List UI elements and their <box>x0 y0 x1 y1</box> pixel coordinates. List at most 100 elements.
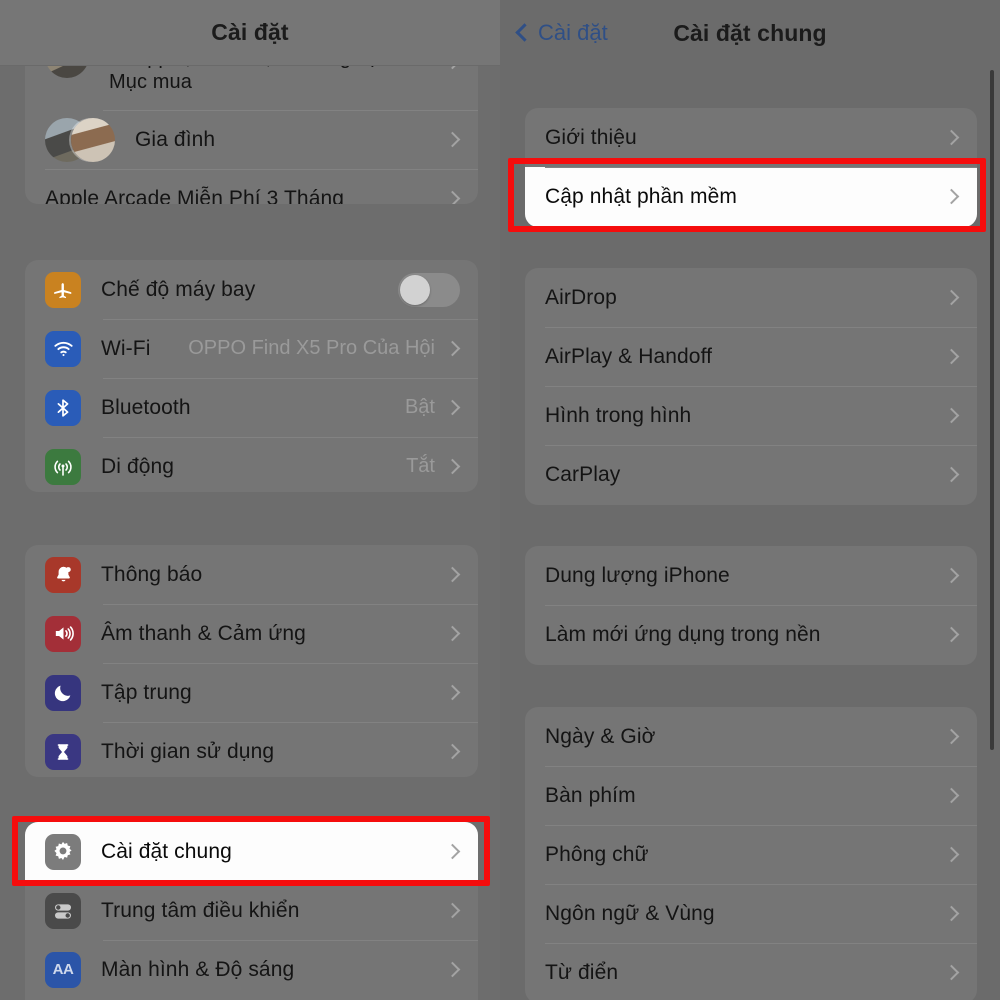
notifications-section: Thông báo Âm thanh & Cảm ứng Tập trung T… <box>25 545 478 777</box>
row-label: Ngày & Giờ <box>545 724 656 748</box>
row-bluetooth[interactable]: Bluetooth Bật <box>25 378 478 437</box>
chevron-right-icon <box>943 567 960 584</box>
row-control-center[interactable]: Trung tâm điều khiển <box>25 881 478 940</box>
chevron-right-icon <box>444 684 461 701</box>
row-about[interactable]: Giới thiệu <box>525 108 977 167</box>
account-section: ID Apple, iCloud+, Phương tiện & Mục mua… <box>25 44 478 204</box>
page-title: Cài đặt <box>211 19 289 45</box>
chevron-right-icon <box>444 566 461 583</box>
chevron-right-icon <box>943 846 960 863</box>
chevron-right-icon <box>444 340 461 357</box>
about-section: Giới thiệu Cập nhật phần mềm <box>525 108 977 227</box>
connectivity-section: Chế độ máy bay Wi-Fi OPPO Find X5 Pro Củ… <box>25 260 478 492</box>
page-title: Cài đặt chung <box>673 19 827 46</box>
family-avatar-person-2 <box>71 117 115 162</box>
row-label: Cập nhật phần mềm <box>545 184 737 208</box>
chevron-right-icon <box>943 289 960 306</box>
row-label: Chế độ máy bay <box>101 277 256 301</box>
sharing-section: AirDrop AirPlay & Handoff Hình trong hìn… <box>525 268 977 505</box>
airplane-mode-toggle[interactable] <box>398 272 460 307</box>
general-settings-panel: Giới thiệu Cập nhật phần mềm AirDrop Air… <box>500 0 1000 1000</box>
row-apple-arcade[interactable]: Apple Arcade Miễn Phí 3 Tháng <box>25 169 478 204</box>
row-date-time[interactable]: Ngày & Giờ <box>525 707 977 766</box>
row-airplay-handoff[interactable]: AirPlay & Handoff <box>525 327 977 386</box>
display-aa-icon: AA <box>45 951 81 988</box>
row-label: Giới thiệu <box>545 125 637 149</box>
row-picture-in-picture[interactable]: Hình trong hình <box>525 386 977 445</box>
row-wifi[interactable]: Wi-Fi OPPO Find X5 Pro Của Hội <box>25 319 478 378</box>
row-label: Trung tâm điều khiển <box>101 898 300 922</box>
right-nav-header: Cài đặt Cài đặt chung <box>500 0 1000 66</box>
row-label: AirDrop <box>545 285 617 309</box>
row-family[interactable]: Gia đình <box>25 110 478 169</box>
row-label: Thông báo <box>101 562 203 586</box>
row-label: Thời gian sử dụng <box>101 739 275 763</box>
row-label: CarPlay <box>545 462 621 486</box>
row-label: Bluetooth <box>101 395 191 419</box>
row-dictionary[interactable]: Từ điển <box>525 943 977 1000</box>
row-screen-time[interactable]: Thời gian sử dụng <box>25 722 478 777</box>
row-label: Di động <box>101 454 175 478</box>
left-scroll-area[interactable]: ID Apple, iCloud+, Phương tiện & Mục mua… <box>0 0 500 1000</box>
row-cellular[interactable]: Di động Tắt <box>25 437 478 492</box>
row-label: Màn hình & Độ sáng <box>101 957 295 981</box>
chevron-right-icon <box>444 399 461 416</box>
row-iphone-storage[interactable]: Dung lượng iPhone <box>525 546 977 605</box>
airplane-icon <box>45 271 81 308</box>
row-label: Apple Arcade Miễn Phí 3 Tháng <box>45 186 345 205</box>
chevron-right-icon <box>943 787 960 804</box>
chevron-right-icon <box>943 964 960 981</box>
row-label: Gia đình <box>135 127 216 151</box>
back-button-label: Cài đặt <box>538 20 608 45</box>
row-label: Tập trung <box>101 680 192 704</box>
chevron-right-icon <box>444 961 461 978</box>
row-software-update[interactable]: Cập nhật phần mềm <box>525 167 977 226</box>
row-fonts[interactable]: Phông chữ <box>525 825 977 884</box>
bluetooth-state-value: Bật <box>404 396 435 418</box>
chevron-right-icon <box>943 905 960 922</box>
chevron-right-icon <box>444 458 461 475</box>
wifi-icon <box>45 330 81 367</box>
row-language-region[interactable]: Ngôn ngữ & Vùng <box>525 884 977 943</box>
chevron-right-icon <box>943 626 960 643</box>
row-label: Bàn phím <box>545 783 636 807</box>
row-notifications[interactable]: Thông báo <box>25 545 478 604</box>
row-airdrop[interactable]: AirDrop <box>525 268 977 327</box>
row-display-brightness[interactable]: AA Màn hình & Độ sáng <box>25 940 478 999</box>
row-sounds-haptics[interactable]: Âm thanh & Cảm ứng <box>25 604 478 663</box>
toggle-knob <box>400 274 430 305</box>
moon-icon <box>45 674 81 711</box>
speaker-icon <box>45 615 81 652</box>
ios-settings-screenshot: ID Apple, iCloud+, Phương tiện & Mục mua… <box>0 0 1000 1000</box>
chevron-right-icon <box>943 407 960 424</box>
row-label: Cài đặt chung <box>101 839 232 863</box>
row-label: Làm mới ứng dụng trong nền <box>545 622 821 646</box>
chevron-right-icon <box>444 131 461 148</box>
chevron-right-icon <box>943 188 960 205</box>
row-label: Wi-Fi <box>101 336 151 360</box>
bell-icon <box>45 556 81 593</box>
row-label: Dung lượng iPhone <box>545 563 730 587</box>
gear-icon <box>45 833 81 870</box>
row-airplane-mode[interactable]: Chế độ máy bay <box>25 260 478 319</box>
right-scroll-area[interactable]: Giới thiệu Cập nhật phần mềm AirDrop Air… <box>500 0 1000 1000</box>
chevron-right-icon <box>943 466 960 483</box>
row-label: Âm thanh & Cảm ứng <box>101 621 306 645</box>
chevron-right-icon <box>444 190 461 204</box>
vertical-scrollbar[interactable] <box>990 70 994 750</box>
row-background-app-refresh[interactable]: Làm mới ứng dụng trong nền <box>525 605 977 664</box>
row-general-settings[interactable]: Cài đặt chung <box>25 822 478 881</box>
hourglass-icon <box>45 733 81 770</box>
row-focus[interactable]: Tập trung <box>25 663 478 722</box>
chevron-right-icon <box>444 843 461 860</box>
chevron-left-icon <box>515 23 534 42</box>
row-carplay[interactable]: CarPlay <box>525 445 977 504</box>
row-keyboard[interactable]: Bàn phím <box>525 766 977 825</box>
back-button[interactable]: Cài đặt <box>515 20 608 46</box>
locale-section: Ngày & Giờ Bàn phím Phông chữ Ngôn ngữ &… <box>525 707 977 1000</box>
wifi-network-value: OPPO Find X5 Pro Của Hội <box>188 337 435 359</box>
family-avatar <box>45 117 115 162</box>
cellular-icon <box>45 448 81 485</box>
bluetooth-icon <box>45 389 81 426</box>
row-label: Phông chữ <box>545 842 649 866</box>
